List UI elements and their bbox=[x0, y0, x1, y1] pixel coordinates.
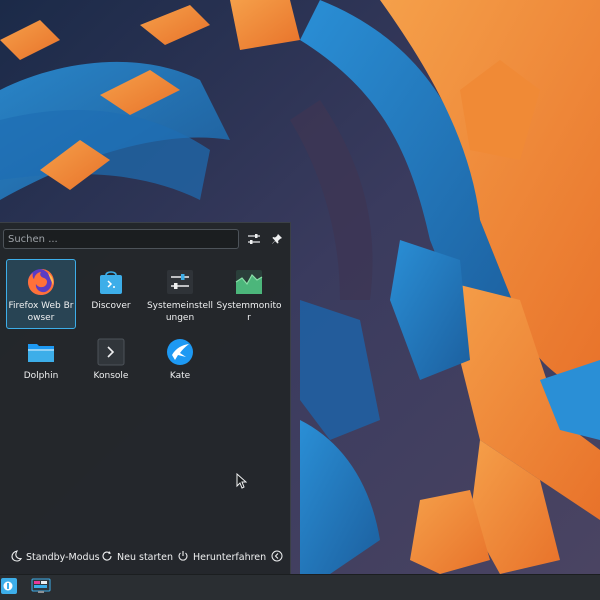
app-label: Firefox Web Browser bbox=[8, 301, 74, 323]
pin-icon bbox=[271, 230, 283, 249]
desktop-settings-icon bbox=[31, 577, 51, 599]
app-konsole[interactable]: Konsole bbox=[76, 329, 146, 399]
discover-icon bbox=[96, 267, 126, 297]
app-label: Discover bbox=[91, 301, 131, 311]
chevron-left-icon bbox=[271, 550, 283, 565]
app-system-monitor[interactable]: Systemmonitor bbox=[214, 259, 284, 329]
standby-button[interactable]: Standby-Modus bbox=[10, 549, 100, 565]
power-icon bbox=[177, 550, 189, 565]
restart-icon bbox=[101, 550, 113, 565]
app-label: Systemmonitor bbox=[216, 301, 282, 323]
app-system-settings[interactable]: Systemeinstellungen bbox=[145, 259, 215, 329]
firefox-icon bbox=[26, 267, 56, 297]
kde-launcher-icon bbox=[1, 577, 17, 599]
launcher-header bbox=[0, 223, 290, 255]
app-label: Konsole bbox=[93, 371, 129, 381]
app-discover[interactable]: Discover bbox=[76, 259, 146, 329]
application-launcher-button[interactable] bbox=[0, 575, 18, 600]
more-options-button[interactable] bbox=[271, 549, 283, 565]
kate-icon bbox=[165, 337, 195, 367]
taskbar bbox=[0, 574, 600, 600]
session-footer: Standby-Modus Neu starten Herunterfahren bbox=[0, 545, 290, 569]
dolphin-icon bbox=[26, 337, 56, 367]
konsole-icon bbox=[96, 337, 126, 367]
app-dolphin[interactable]: Dolphin bbox=[6, 329, 76, 399]
shutdown-button[interactable]: Herunterfahren bbox=[177, 549, 266, 565]
standby-label: Standby-Modus bbox=[26, 551, 100, 563]
shutdown-label: Herunterfahren bbox=[193, 551, 267, 563]
task-system-settings[interactable] bbox=[29, 575, 53, 600]
app-label: Dolphin bbox=[23, 371, 59, 381]
restart-label: Neu starten bbox=[117, 551, 173, 563]
sliders-icon bbox=[247, 230, 261, 249]
restart-button[interactable]: Neu starten bbox=[101, 549, 173, 565]
configure-button[interactable] bbox=[244, 229, 264, 249]
system-monitor-icon bbox=[234, 267, 264, 297]
app-kate[interactable]: Kate bbox=[145, 329, 215, 399]
mouse-cursor-icon bbox=[236, 472, 248, 493]
app-label: Kate bbox=[169, 371, 191, 381]
system-settings-icon bbox=[165, 267, 195, 297]
pin-button[interactable] bbox=[267, 229, 287, 249]
search-input[interactable] bbox=[3, 229, 239, 249]
app-firefox[interactable]: Firefox Web Browser bbox=[6, 259, 76, 329]
app-label: Systemeinstellungen bbox=[146, 301, 214, 323]
moon-icon bbox=[10, 549, 23, 565]
application-launcher: Firefox Web Browser Discover bbox=[0, 222, 291, 574]
